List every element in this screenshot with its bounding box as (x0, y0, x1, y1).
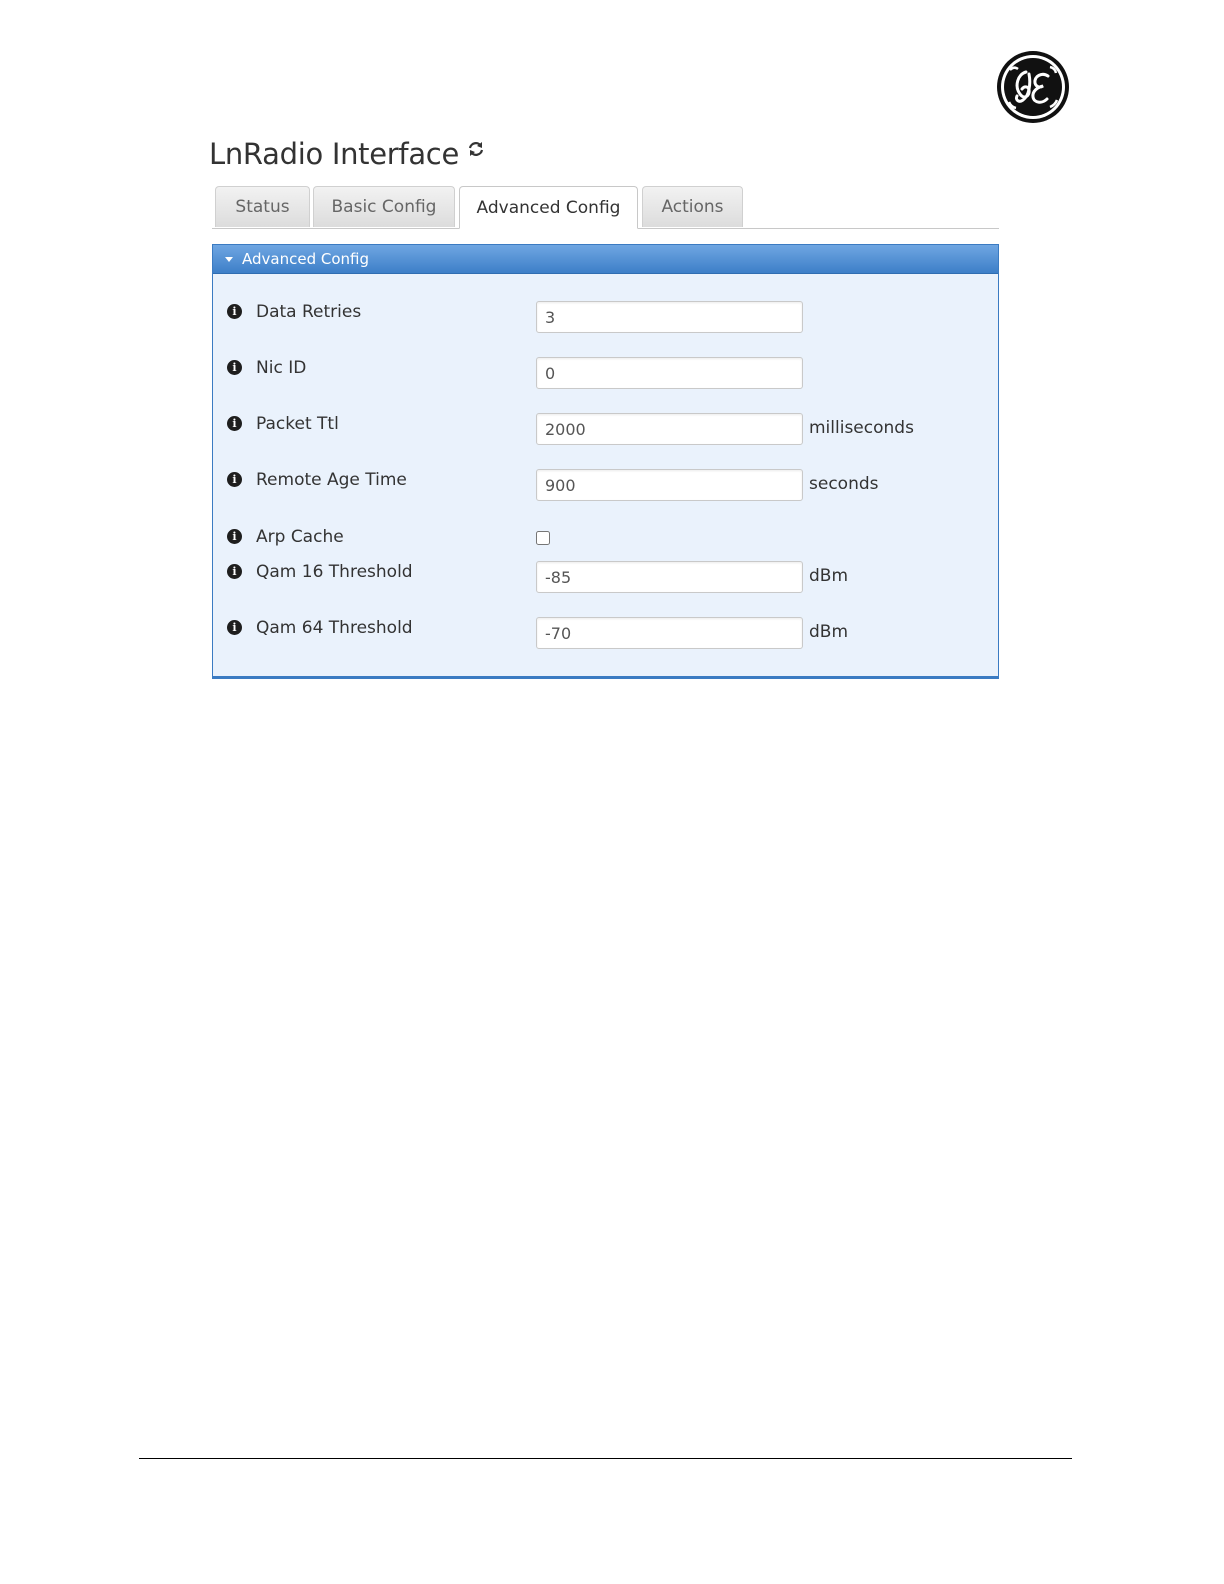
qam64-threshold-input[interactable] (536, 617, 803, 649)
panel-bottom-border (212, 676, 999, 679)
tab-basic-config[interactable]: Basic Config (313, 186, 455, 227)
info-icon[interactable]: i (227, 529, 242, 544)
unit-label: dBm (809, 566, 849, 586)
field-label: Qam 64 Threshold (256, 618, 413, 638)
tab-status[interactable]: Status (215, 186, 310, 227)
unit-label: dBm (809, 622, 849, 642)
unit-label: milliseconds (809, 418, 914, 438)
refresh-icon[interactable] (467, 140, 485, 158)
page-title-text: LnRadio Interface (209, 137, 459, 171)
field-label: Arp Cache (256, 527, 344, 547)
info-icon[interactable]: i (227, 472, 242, 487)
tab-actions[interactable]: Actions (642, 186, 743, 227)
footer-divider (139, 1458, 1072, 1459)
field-label: Nic ID (256, 358, 307, 378)
panel-header[interactable]: Advanced Config (213, 245, 998, 274)
nic-id-input[interactable] (536, 357, 803, 389)
info-icon[interactable]: i (227, 620, 242, 635)
field-label: Packet Ttl (256, 414, 339, 434)
qam16-threshold-input[interactable] (536, 561, 803, 593)
field-label: Data Retries (256, 302, 362, 322)
tab-advanced-config[interactable]: Advanced Config (459, 186, 638, 229)
arp-cache-checkbox[interactable] (536, 531, 550, 545)
info-icon[interactable]: i (227, 416, 242, 431)
unit-label: seconds (809, 474, 879, 494)
info-icon[interactable]: i (227, 304, 242, 319)
info-icon[interactable]: i (227, 360, 242, 375)
remote-age-time-input[interactable] (536, 469, 803, 501)
caret-down-icon (225, 256, 233, 262)
tab-bar: Status Basic Config Advanced Config Acti… (212, 186, 999, 229)
field-label: Qam 16 Threshold (256, 562, 413, 582)
advanced-config-panel: Advanced Config i Data Retries i Nic ID … (212, 244, 999, 679)
field-label: Remote Age Time (256, 470, 407, 490)
info-icon[interactable]: i (227, 564, 242, 579)
panel-title: Advanced Config (242, 250, 369, 268)
data-retries-input[interactable] (536, 301, 803, 333)
page-title: LnRadio Interface (209, 134, 485, 174)
ge-logo (997, 51, 1069, 123)
packet-ttl-input[interactable] (536, 413, 803, 445)
